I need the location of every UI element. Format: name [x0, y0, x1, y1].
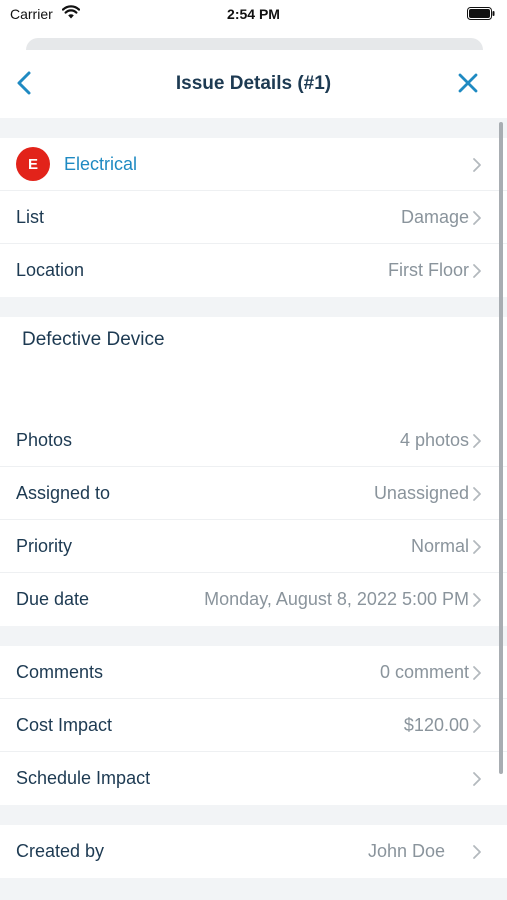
list-row[interactable]: List Damage — [0, 191, 507, 244]
chevron-right-icon — [473, 772, 481, 786]
comments-label: Comments — [16, 661, 104, 682]
page-title: Issue Details (#1) — [175, 73, 332, 94]
scrollbar[interactable] — [499, 122, 503, 774]
comments-row[interactable]: Comments 0 comment — [0, 646, 507, 699]
assigned-to-label: Assigned to — [16, 482, 111, 503]
close-button[interactable] — [455, 70, 481, 96]
assigned-to-row[interactable]: Assigned to Unassigned — [0, 467, 507, 520]
section-gap — [0, 805, 507, 825]
due-date-row[interactable]: Due date Monday, August 8, 2022 5:00 PM — [0, 573, 507, 626]
photos-row[interactable]: Photos 4 photos — [0, 414, 507, 467]
category-badge: E — [16, 147, 50, 181]
cost-impact-row[interactable]: Cost Impact $120.00 — [0, 699, 507, 752]
chevron-right-icon — [473, 719, 481, 733]
chevron-right-icon — [473, 540, 481, 554]
description-text: Defective Device — [22, 329, 165, 350]
assigned-to-value: Unassigned — [373, 482, 469, 503]
comments-value: 0 comment — [379, 661, 469, 682]
section-gap — [0, 118, 507, 138]
battery-icon — [467, 7, 495, 20]
due-date-label: Due date — [16, 589, 90, 609]
photos-value: 4 photos — [399, 429, 469, 450]
due-date-value: Monday, August 8, 2022 5:00 PM — [204, 589, 469, 609]
location-value: First Floor — [388, 260, 469, 280]
status-bar: Carrier 2:54 PM — [0, 0, 507, 32]
schedule-impact-label: Schedule Impact — [16, 768, 151, 788]
list-value: Damage — [400, 206, 469, 227]
chevron-right-icon — [473, 593, 481, 607]
section-gap — [0, 297, 507, 317]
chevron-right-icon — [473, 845, 481, 859]
location-label: Location — [16, 260, 85, 280]
issue-details-list: E Electrical List Damage Location First … — [0, 118, 507, 900]
location-row[interactable]: Location First Floor — [0, 244, 507, 297]
category-row[interactable]: E Electrical — [0, 138, 507, 191]
cost-impact-label: Cost Impact — [16, 714, 113, 735]
schedule-impact-row[interactable]: Schedule Impact — [0, 752, 507, 805]
created-by-row[interactable]: Created by John Doe — [0, 825, 507, 878]
priority-label: Priority — [16, 535, 73, 556]
category-label: Electrical — [64, 153, 138, 174]
created-by-value: John Doe — [367, 841, 445, 861]
chevron-right-icon — [473, 487, 481, 501]
chevron-right-icon — [473, 666, 481, 680]
status-time: 2:54 PM — [227, 6, 280, 22]
description-block[interactable]: Defective Device — [0, 317, 507, 414]
priority-value: Normal — [410, 535, 469, 556]
created-by-label: Created by — [16, 841, 105, 861]
navigation-bar: Issue Details (#1) — [0, 50, 507, 118]
priority-row[interactable]: Priority Normal — [0, 520, 507, 573]
chevron-right-icon — [473, 264, 481, 278]
photos-label: Photos — [16, 429, 73, 450]
list-label: List — [16, 206, 45, 227]
cost-impact-value: $120.00 — [403, 714, 469, 735]
chevron-right-icon — [473, 211, 481, 225]
chevron-right-icon — [473, 158, 481, 172]
section-gap — [0, 626, 507, 646]
chevron-right-icon — [473, 434, 481, 448]
